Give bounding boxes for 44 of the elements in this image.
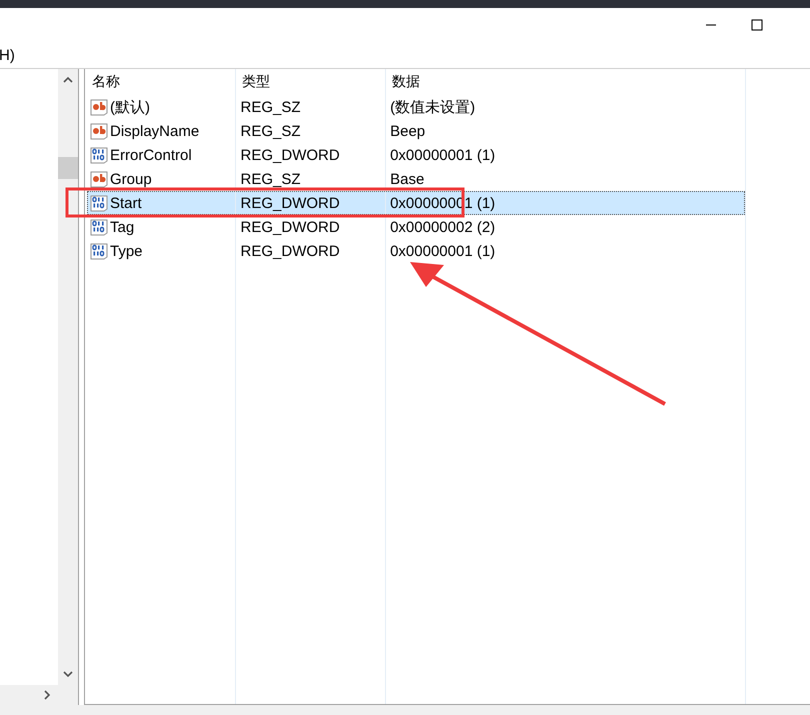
value-row[interactable]: (默认) REG_SZ (数值未设置) [87, 95, 745, 119]
horizontal-scrollbar[interactable] [0, 685, 78, 705]
string-value-icon [90, 98, 108, 116]
binary-value-icon [90, 218, 108, 236]
value-name: Start [110, 194, 142, 212]
value-data: 0x00000001 (1) [389, 146, 496, 164]
scroll-down-icon[interactable] [62, 669, 74, 679]
value-type: REG_DWORD [240, 218, 341, 236]
value-row[interactable]: Group REG_SZ Base [87, 167, 745, 191]
value-data: (数值未设置) [389, 98, 476, 116]
value-type: REG_SZ [240, 122, 302, 140]
scroll-right-icon[interactable] [42, 689, 52, 701]
maximize-icon [751, 19, 763, 31]
value-data: Base [389, 170, 426, 188]
binary-value-icon [90, 242, 108, 260]
value-type: REG_DWORD [240, 242, 341, 260]
value-name: Type [110, 242, 143, 260]
value-name: Group [110, 170, 152, 188]
column-header[interactable]: 数据 [385, 73, 745, 91]
value-type: REG_SZ [240, 98, 302, 116]
string-value-icon [90, 122, 108, 140]
vertical-scrollbar[interactable] [58, 69, 78, 685]
menu-item[interactable]: H) [0, 46, 15, 64]
value-row[interactable]: Tag REG_DWORD 0x00000002 (2) [87, 215, 745, 239]
value-name: DisplayName [110, 122, 200, 140]
column-header[interactable]: 类型 [235, 73, 385, 91]
value-data: 0x00000002 (2) [389, 218, 496, 236]
value-data: Beep [389, 122, 426, 140]
value-name: ErrorControl [110, 146, 192, 164]
value-name: Tag [110, 218, 134, 236]
scroll-thumb[interactable] [58, 157, 78, 179]
scroll-up-icon[interactable] [62, 75, 74, 85]
value-type: REG_DWORD [240, 194, 341, 212]
string-value-icon [90, 170, 108, 188]
value-row[interactable]: DisplayName REG_SZ Beep [87, 119, 745, 143]
value-data: 0x00000001 (1) [389, 242, 496, 260]
value-type: REG_DWORD [240, 146, 341, 164]
value-row[interactable]: ErrorControl REG_DWORD 0x00000001 (1) [87, 143, 745, 167]
binary-value-icon [90, 146, 108, 164]
binary-value-icon [90, 194, 108, 212]
column-header[interactable]: 名称 [85, 73, 235, 91]
value-name: (默认) [110, 98, 150, 116]
value-row[interactable]: Type REG_DWORD 0x00000001 (1) [87, 239, 745, 263]
value-type: REG_SZ [240, 170, 302, 188]
